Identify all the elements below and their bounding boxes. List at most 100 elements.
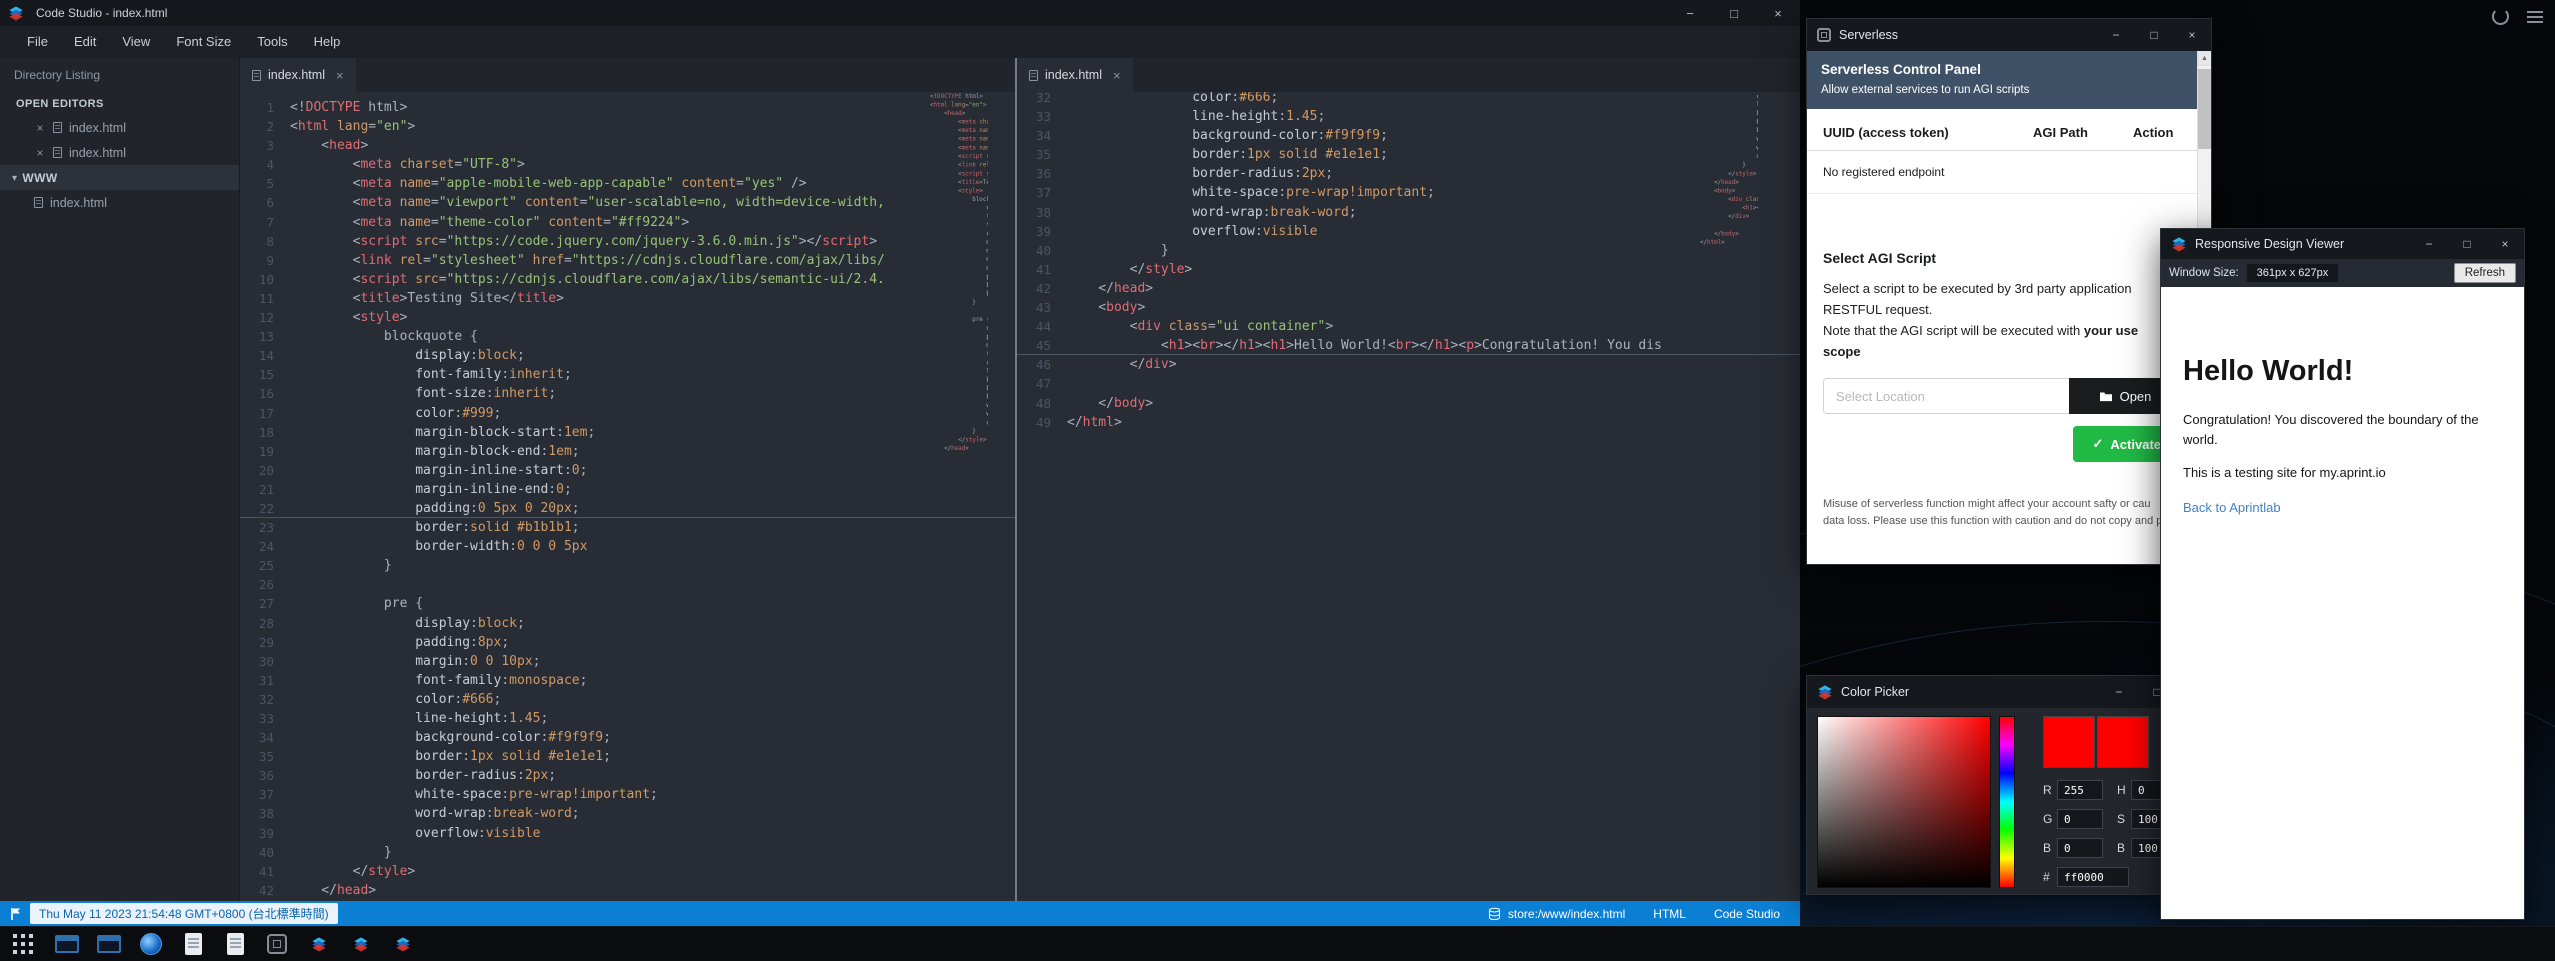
blue-input[interactable] — [2057, 838, 2103, 858]
code-line[interactable]: 18 margin-block-start:1em; — [240, 423, 1015, 442]
previous-color-swatch[interactable] — [2097, 716, 2149, 768]
current-color-swatch[interactable] — [2043, 716, 2095, 768]
code-line[interactable]: 46 </div> — [1017, 355, 1800, 374]
code-line[interactable]: 42 </head> — [240, 881, 1015, 900]
spinner-icon[interactable] — [2492, 8, 2509, 25]
title-bar[interactable]: Code Studio - index.html − □ × — [0, 0, 1800, 26]
saturation-field[interactable] — [1817, 716, 1991, 888]
code-line[interactable]: 38 word-wrap:break-word; — [240, 804, 1015, 823]
minimap[interactable]: 32 color:#666;33 line-height:1.45;34 bac… — [1700, 92, 1758, 901]
code-studio-icon[interactable] — [348, 931, 374, 957]
code-line[interactable]: 37 white-space:pre-wrap!important; — [240, 785, 1015, 804]
minimize-button[interactable]: − — [2410, 229, 2448, 259]
open-editor-item[interactable]: × index.html — [0, 140, 239, 165]
open-editor-item[interactable]: × index.html — [0, 115, 239, 140]
code-line[interactable]: 4 <meta charset="UTF-8"> — [240, 155, 1015, 174]
code-studio-icon[interactable] — [306, 931, 332, 957]
scrollbar-thumb[interactable] — [2198, 69, 2211, 149]
code-line[interactable]: 37 white-space:pre-wrap!important; — [1017, 183, 1800, 202]
code-editor[interactable]: 1<!DOCTYPE html>2<html lang="en">3 <head… — [240, 92, 1015, 900]
open-editors-header[interactable]: OPEN EDITORS — [0, 92, 239, 115]
menu-edit[interactable]: Edit — [61, 26, 109, 58]
code-line[interactable]: 39 overflow:visible — [1017, 222, 1800, 241]
code-line[interactable]: 32 color:#666; — [1017, 92, 1800, 107]
scroll-up-icon[interactable]: ▲ — [2198, 51, 2211, 66]
minimize-button[interactable]: − — [2100, 676, 2138, 708]
code-line[interactable]: 23 border:solid #b1b1b1; — [240, 518, 1015, 537]
hue-slider[interactable] — [1999, 716, 2015, 888]
code-line[interactable]: 14 display:block; — [240, 346, 1015, 365]
code-line[interactable]: 11 <title>Testing Site</title> — [240, 289, 1015, 308]
code-line[interactable]: 6 <meta name="viewport" content="user-sc… — [240, 193, 1015, 212]
browser-icon[interactable] — [138, 931, 164, 957]
code-line[interactable]: 48 </body> — [1017, 394, 1800, 413]
color-picker-title-bar[interactable]: Color Picker − □ × — [1807, 676, 2214, 708]
code-line[interactable]: 26 — [240, 575, 1015, 594]
code-editor[interactable]: 32 color:#666;33 line-height:1.45;34 bac… — [1017, 92, 1800, 432]
code-line[interactable]: 3 <head> — [240, 136, 1015, 155]
status-datetime[interactable]: Thu May 11 2023 21:54:48 GMT+0800 (台北標準時… — [30, 903, 338, 924]
status-app-name[interactable]: Code Studio — [1714, 907, 1780, 921]
code-line[interactable]: 33 line-height:1.45; — [240, 709, 1015, 728]
code-line[interactable]: 8 <script src="https://code.jquery.com/j… — [240, 232, 1015, 251]
code-line[interactable]: 22 padding:0 5px 0 20px; — [240, 499, 1015, 518]
code-line[interactable]: 43 <body> — [1017, 298, 1800, 317]
code-line[interactable]: 39 overflow:visible — [240, 824, 1015, 843]
menu-font-size[interactable]: Font Size — [163, 26, 244, 58]
close-file-icon[interactable]: × — [34, 121, 46, 135]
script-location-input[interactable] — [1823, 378, 2069, 414]
code-line[interactable]: 34 background-color:#f9f9f9; — [1017, 126, 1800, 145]
menu-icon[interactable] — [2527, 11, 2543, 23]
code-line[interactable]: 36 border-radius:2px; — [1017, 164, 1800, 183]
close-file-icon[interactable]: × — [34, 146, 46, 160]
code-line[interactable]: 28 display:block; — [240, 614, 1015, 633]
minimize-button[interactable]: − — [1668, 0, 1712, 26]
viewer-title-bar[interactable]: Responsive Design Viewer − □ × — [2161, 229, 2524, 259]
maximize-button[interactable]: □ — [2135, 19, 2173, 51]
code-line[interactable]: 38 word-wrap:break-word; — [1017, 203, 1800, 222]
refresh-button[interactable]: Refresh — [2454, 263, 2516, 283]
app-grid-icon[interactable] — [10, 931, 36, 957]
code-line[interactable]: 44 <div class="ui container"> — [1017, 317, 1800, 336]
code-line[interactable]: 17 color:#999; — [240, 404, 1015, 423]
menu-file[interactable]: File — [14, 26, 61, 58]
code-editor[interactable]: 32 color:#666;33 line-height:1.45;34 bac… — [1700, 92, 1726, 247]
close-tab-icon[interactable]: × — [336, 68, 344, 83]
code-line[interactable]: 40 } — [1017, 241, 1800, 260]
code-line[interactable]: 16 font-size:inherit; — [240, 384, 1015, 403]
menu-help[interactable]: Help — [301, 26, 354, 58]
code-line[interactable]: 41 </style> — [1017, 260, 1800, 279]
red-input[interactable] — [2057, 780, 2103, 800]
code-line[interactable]: 19 margin-block-end:1em; — [240, 442, 1015, 461]
document-icon[interactable] — [180, 931, 206, 957]
code-line[interactable]: 41 </style> — [240, 862, 1015, 881]
code-line[interactable]: 33 line-height:1.45; — [1017, 107, 1800, 126]
window-size-value[interactable]: 361px x 627px — [2247, 264, 2339, 282]
code-line[interactable]: 24 border-width:0 0 0 5px — [240, 537, 1015, 556]
code-line[interactable]: 12 <style> — [240, 308, 1015, 327]
serverless-title-bar[interactable]: Serverless − □ × — [1807, 19, 2211, 51]
code-line[interactable]: 35 border:1px solid #e1e1e1; — [1017, 145, 1800, 164]
code-line[interactable]: 5 <meta name="apple-mobile-web-app-capab… — [240, 174, 1015, 193]
menu-tools[interactable]: Tools — [244, 26, 300, 58]
code-line[interactable]: 30 margin:0 0 10px; — [240, 652, 1015, 671]
minimize-button[interactable]: − — [2097, 19, 2135, 51]
status-file[interactable]: store:/www/index.html — [1488, 907, 1625, 921]
code-line[interactable]: 13 blockquote { — [240, 327, 1015, 346]
document-icon[interactable] — [222, 931, 248, 957]
menu-view[interactable]: View — [109, 26, 163, 58]
code-editor[interactable]: 1<!DOCTYPE html>2<html lang="en">3 <head… — [930, 92, 956, 453]
close-button[interactable]: × — [1756, 0, 1800, 26]
code-line[interactable]: 32 color:#666; — [240, 690, 1015, 709]
code-line[interactable]: 20 margin-inline-start:0; — [240, 461, 1015, 480]
code-line[interactable]: 42 </head> — [1017, 279, 1800, 298]
close-tab-icon[interactable]: × — [1113, 68, 1121, 83]
code-line[interactable]: 34 background-color:#f9f9f9; — [240, 728, 1015, 747]
status-language[interactable]: HTML — [1653, 907, 1686, 921]
minimap[interactable]: 1<!DOCTYPE html>2<html lang="en">3 <head… — [930, 92, 988, 901]
tab-index-html[interactable]: index.html × — [240, 58, 356, 92]
restore-button[interactable]: □ — [1712, 0, 1756, 26]
code-line[interactable]: 21 margin-inline-end:0; — [240, 480, 1015, 499]
window-icon[interactable] — [96, 931, 122, 957]
code-line[interactable]: 29 padding:8px; — [240, 633, 1015, 652]
